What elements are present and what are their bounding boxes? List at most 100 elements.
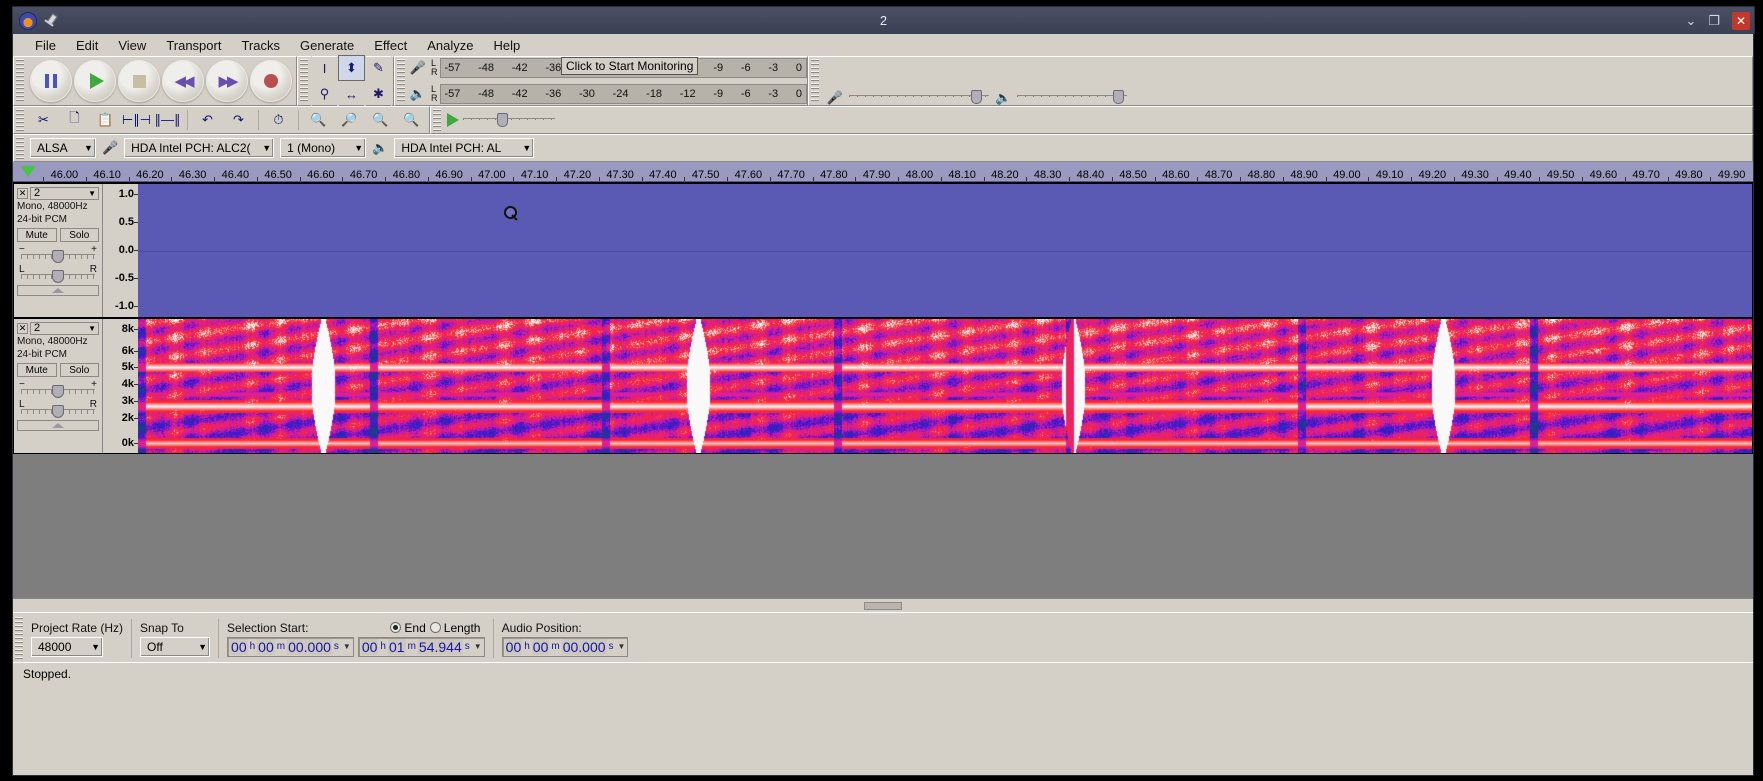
draw-tool-button[interactable]: ✎ [365,55,392,81]
tools-toolbar-grip[interactable] [300,59,308,103]
end-radio[interactable]: End [390,621,426,635]
close-track-button-2[interactable]: ✕ [17,322,28,334]
pan-slider-2[interactable]: L R [17,399,99,418]
undo-button[interactable]: ↶ [192,108,223,132]
playback-volume-thumb[interactable] [1113,90,1125,104]
menu-edit[interactable]: Edit [66,36,108,55]
pan-slider-1[interactable]: L R [17,264,99,283]
silence-audio-button[interactable]: ∥—∥ [152,108,183,132]
device-toolbar-grip[interactable] [16,137,24,159]
timeline-ruler[interactable]: 46.00 46.10 46.20 46.30 46.40 46.50 46.60 46.70… [13,162,1753,182]
collapse-track-button-1[interactable] [17,285,99,296]
minimize-icon[interactable]: ⌄ [1685,14,1696,27]
recording-volume-slider[interactable] [849,90,990,104]
track-control-panel-2[interactable]: ✕ 2 ▼ Mono, 48000Hz 24-bit PCM Mute Solo… [14,319,102,453]
audio-position-seconds[interactable]: 00.000 [561,638,607,655]
spectrogram-vertical-ruler[interactable]: 8k 6k 5k 4k 3k 2k 0k [102,319,138,453]
audio-position-minutes[interactable]: 00 [531,638,550,655]
play-button[interactable] [74,60,116,102]
transport-toolbar-grip[interactable] [16,59,24,103]
solo-button-1[interactable]: Solo [59,228,99,242]
skip-to-start-button[interactable]: ◀◀ [162,60,204,102]
menu-generate[interactable]: Generate [290,36,364,55]
fit-project-button[interactable]: 🔍 [396,108,427,132]
fit-selection-button[interactable]: 🔍 [365,108,396,132]
play-at-speed-grip[interactable] [433,109,441,131]
pan-slider-thumb-1[interactable] [52,270,64,283]
pinned-play-head-icon[interactable] [13,161,43,181]
selection-end-minutes[interactable]: 01 [387,638,406,655]
track-name-1[interactable]: 2 ▼ [30,186,99,200]
selection-end-field[interactable]: 00 h 01 m 54.944 s ▼ [357,636,485,657]
selection-start-seconds[interactable]: 00.000 [287,638,332,655]
audio-position-hours[interactable]: 00 [504,638,523,655]
recording-device-select[interactable]: HDA Intel PCH: ALC2( ▼ [124,138,275,158]
playback-meter[interactable]: 🔈 L R -57 -48 -42 -36 -30 -24 -18 -12 -9… [407,82,807,106]
solo-button-2[interactable]: Solo [59,363,99,377]
copy-button[interactable]: 🗋 [59,108,90,132]
selection-start-field[interactable]: 00 h 00 m 00.000 s ▼ [227,636,354,657]
start-monitoring-tooltip[interactable]: Click to Start Monitoring [561,57,699,75]
recording-channels-select[interactable]: 1 (Mono) ▼ [280,138,367,158]
selection-end-hours[interactable]: 00 [360,638,379,655]
pan-slider-thumb-2[interactable] [52,405,64,418]
zoom-tool-button[interactable]: ⚲ [311,81,338,107]
spectrogram-canvas[interactable] [138,319,1752,453]
edit-toolbar-grip[interactable] [16,109,24,131]
audio-host-select[interactable]: ALSA ▼ [29,138,96,158]
menu-help[interactable]: Help [483,36,530,55]
menu-file[interactable]: File [25,36,66,55]
collapse-track-button-2[interactable] [17,420,99,431]
selection-end-spinner[interactable]: ▼ [474,642,482,651]
time-shift-tool-button[interactable]: ↔ [338,81,365,107]
playback-volume-slider[interactable] [1017,90,1128,104]
meter-toolbar-grip[interactable] [397,59,405,103]
zoom-out-button[interactable]: 🔎 [334,108,365,132]
selection-start-hours[interactable]: 00 [230,638,248,655]
playback-speed-slider[interactable] [463,113,555,127]
waveform-vertical-ruler[interactable]: 1.0 0.5 0.0 -0.5 -1.0 [102,184,138,317]
audio-position-field[interactable]: 00 h 00 m 00.000 s ▼ [501,636,629,657]
project-rate-select[interactable]: 48000 ▼ [31,636,103,657]
menu-view[interactable]: View [108,36,156,55]
snap-to-select[interactable]: Off ▼ [140,636,211,657]
menu-effect[interactable]: Effect [364,36,417,55]
multi-tool-button[interactable]: ✱ [365,81,392,107]
mute-button-2[interactable]: Mute [17,363,57,377]
mixer-toolbar-grip[interactable] [811,59,819,103]
waveform-canvas-1[interactable] [138,184,1752,317]
length-radio[interactable]: Length [429,621,480,635]
record-button[interactable] [250,60,292,102]
mute-button-1[interactable]: Mute [17,228,57,242]
menu-analyze[interactable]: Analyze [417,36,483,55]
paste-button[interactable]: 📋 [90,108,121,132]
skip-to-end-button[interactable]: ▶▶ [206,60,248,102]
stop-button[interactable] [118,60,160,102]
playback-speed-thumb[interactable] [497,113,508,127]
close-track-button-1[interactable]: ✕ [17,187,28,199]
selection-start-minutes[interactable]: 00 [257,638,275,655]
zoom-in-button[interactable]: 🔍 [303,108,334,132]
playback-device-select[interactable]: HDA Intel PCH: AL ▼ [394,138,535,158]
sync-lock-button[interactable]: ⏱ [263,108,294,132]
trim-audio-button[interactable]: ⊢∥⊣ [121,108,152,132]
recording-volume-thumb[interactable] [971,90,983,104]
playback-meter-bar[interactable]: -57 -48 -42 -36 -30 -24 -18 -12 -9 -6 -3 [439,84,807,104]
track-control-panel-1[interactable]: ✕ 2 ▼ Mono, 48000Hz 24-bit PCM Mute Solo… [14,184,102,317]
play-at-speed-icon[interactable] [447,113,459,127]
envelope-tool-button[interactable]: ⬍ [338,55,365,81]
menu-transport[interactable]: Transport [156,36,231,55]
gain-slider-2[interactable]: − + [17,379,99,398]
gain-slider-thumb-2[interactable] [52,385,64,398]
horizontal-scrollbar[interactable] [13,598,1753,612]
selection-tool-button[interactable]: I [311,55,338,81]
horizontal-scrollbar-thumb[interactable] [864,601,902,610]
selection-start-spinner[interactable]: ▼ [343,642,351,651]
maximize-icon[interactable]: ❐ [1708,14,1720,27]
cut-button[interactable]: ✂ [28,108,59,132]
selection-end-seconds[interactable]: 54.944 [417,638,463,655]
audio-position-spinner[interactable]: ▼ [618,642,626,651]
gain-slider-1[interactable]: − + [17,244,99,263]
gain-slider-thumb-1[interactable] [52,250,64,263]
track-name-2[interactable]: 2 ▼ [30,321,99,335]
